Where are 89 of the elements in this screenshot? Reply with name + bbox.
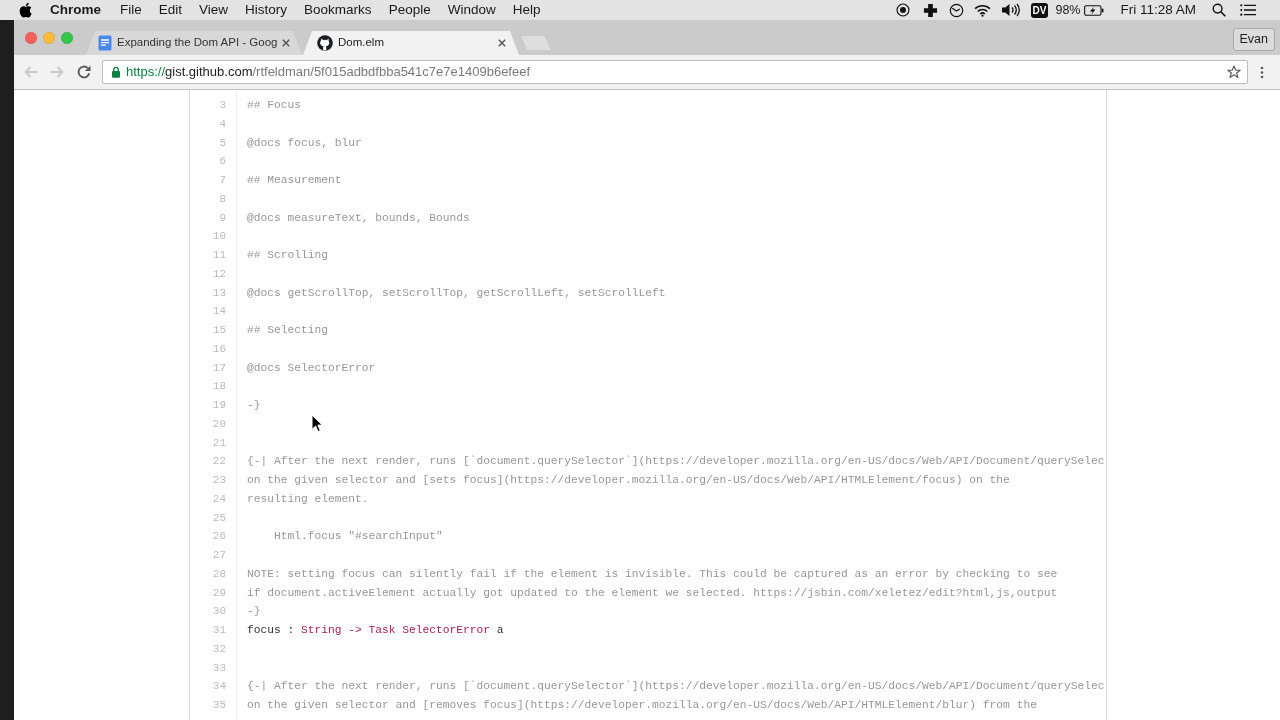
reload-icon[interactable] bbox=[76, 64, 92, 80]
line-number: 9 bbox=[219, 211, 226, 224]
line-number: 26 bbox=[212, 530, 226, 543]
document-icon bbox=[98, 35, 112, 51]
code-line: ## Measurement bbox=[247, 174, 342, 186]
profile-button[interactable]: Evan bbox=[1232, 28, 1275, 51]
line-number: 22 bbox=[212, 455, 226, 468]
cat-icon bbox=[317, 35, 333, 51]
address-bar[interactable]: https://gist.github.com/rtfeldman/5f015adbdfbba541c7e7e1409b6efeef bbox=[102, 60, 1248, 84]
code-line: if document.activeElement actually got updated to the element we selected. https://jsbin.com/xeletez/edit?html,js,output bbox=[247, 586, 1058, 599]
tab-title: Expanding the Dom API - Goog bbox=[117, 35, 278, 51]
volume-icon[interactable] bbox=[1000, 3, 1021, 17]
menu-bar-clock[interactable]: Fri 11:28 AM bbox=[1120, 0, 1196, 21]
menu-item[interactable]: View bbox=[199, 0, 229, 21]
line-number: 31 bbox=[212, 624, 226, 636]
line-number: 4 bbox=[219, 117, 226, 130]
close-icon[interactable] bbox=[498, 39, 506, 47]
status-badge[interactable]: DV bbox=[1030, 2, 1049, 18]
wifi-icon[interactable] bbox=[973, 3, 991, 17]
menu-item[interactable]: Bookmarks bbox=[304, 0, 372, 21]
battery-charging-icon[interactable] bbox=[1084, 4, 1105, 16]
line-number: 6 bbox=[219, 155, 226, 168]
url-text: https://gist.github.com/rtfeldman/5f015adbdfbba541c7e7e1409b6efeef bbox=[126, 63, 531, 82]
code-line: @docs getScrollTop, setScrollTop, getScrollLeft, setScrollLeft bbox=[247, 286, 666, 299]
code-line: on the given selector and [sets focus](https://developer.mozilla.org/en-US/docs/Web/API/HTMLElement/focus) on the bbox=[247, 474, 1010, 486]
menu-item[interactable]: File bbox=[120, 0, 142, 21]
menu-item[interactable]: Window bbox=[447, 0, 496, 21]
line-number: 32 bbox=[212, 642, 226, 655]
line-number: 34 bbox=[212, 680, 226, 693]
tab-title: Dom.elm bbox=[338, 35, 384, 51]
line-number: 29 bbox=[212, 586, 226, 599]
code-line: {-| After the next render, runs [`document.querySelector`](https://developer.mozilla.org/en-US/docs/Web/API/Document/querySelec bbox=[247, 680, 1105, 693]
record-icon[interactable] bbox=[895, 3, 910, 17]
code-line: Html.focus "#searchInput" bbox=[274, 530, 443, 543]
line-number: 5 bbox=[219, 136, 226, 149]
line-number: 20 bbox=[212, 417, 226, 430]
app-menu[interactable]: Chrome bbox=[50, 0, 101, 21]
clock-icon[interactable] bbox=[948, 2, 964, 18]
code-line: @docs SelectorError bbox=[247, 361, 376, 374]
code-line: ## Selecting bbox=[247, 324, 328, 336]
line-number: 28 bbox=[212, 567, 226, 580]
apple-logo-icon[interactable] bbox=[19, 2, 32, 18]
code-line: @docs focus, blur bbox=[247, 136, 362, 149]
menu-item[interactable]: Edit bbox=[158, 0, 183, 21]
line-number: 25 bbox=[212, 511, 226, 524]
line-number: 17 bbox=[212, 361, 226, 374]
code-line: on the given selector and [removes focus](https://developer.mozilla.org/en-US/docs/Web/API/HTMLElement/blur) from the bbox=[247, 699, 1037, 711]
menu-item[interactable]: History bbox=[245, 0, 288, 21]
line-number: 7 bbox=[219, 174, 226, 186]
code-line: focus : String -> Task SelectorError a bbox=[247, 624, 504, 636]
line-number: 8 bbox=[219, 192, 226, 205]
line-number: 19 bbox=[212, 399, 226, 411]
mouse-pointer-icon bbox=[311, 414, 323, 433]
code-line: resulting element. bbox=[247, 492, 369, 505]
code-line: ## Scrolling bbox=[247, 249, 328, 261]
code-line: @docs measureText, bounds, Bounds bbox=[247, 211, 470, 224]
code-line: -} bbox=[247, 605, 261, 618]
line-number: 16 bbox=[212, 342, 226, 355]
menu-item[interactable]: People bbox=[388, 0, 431, 21]
browser-tab[interactable]: Dom.elm bbox=[303, 31, 519, 55]
battery-percentage: 98% bbox=[1055, 1, 1081, 19]
line-number: 12 bbox=[212, 267, 226, 280]
line-number: 24 bbox=[212, 492, 226, 505]
line-number: 35 bbox=[212, 699, 226, 711]
line-number: 15 bbox=[212, 324, 226, 336]
plus-icon[interactable] bbox=[922, 2, 938, 18]
line-number: 10 bbox=[212, 230, 226, 243]
menu-icon[interactable] bbox=[1260, 65, 1264, 79]
line-number: 23 bbox=[212, 474, 226, 486]
code-line: ## Focus bbox=[247, 99, 301, 111]
code-line: -} bbox=[247, 399, 261, 411]
line-number: 33 bbox=[212, 661, 226, 674]
lock-icon bbox=[111, 66, 121, 78]
menu-item[interactable]: Help bbox=[512, 0, 541, 21]
code-line: {-| After the next render, runs [`document.querySelector`](https://developer.mozilla.org/en-US/docs/Web/API/Document/querySelec bbox=[247, 455, 1105, 468]
close-icon[interactable] bbox=[282, 39, 290, 47]
list-icon[interactable] bbox=[1240, 4, 1256, 16]
line-number: 21 bbox=[212, 436, 226, 449]
search-icon[interactable] bbox=[1212, 3, 1226, 17]
line-number: 27 bbox=[212, 549, 226, 561]
star-icon[interactable] bbox=[1227, 65, 1241, 79]
browser-tab[interactable]: Expanding the Dom API - Goog bbox=[86, 31, 302, 55]
line-number: 11 bbox=[212, 249, 226, 261]
line-number: 3 bbox=[219, 99, 226, 111]
line-number: 18 bbox=[212, 380, 226, 393]
line-number: 14 bbox=[212, 305, 226, 318]
line-number: 13 bbox=[212, 286, 226, 299]
line-number: 30 bbox=[212, 605, 226, 618]
code-line: NOTE: setting focus can silently fail if the element is invisible. This could be captured as an error by checking to see bbox=[247, 567, 1058, 580]
